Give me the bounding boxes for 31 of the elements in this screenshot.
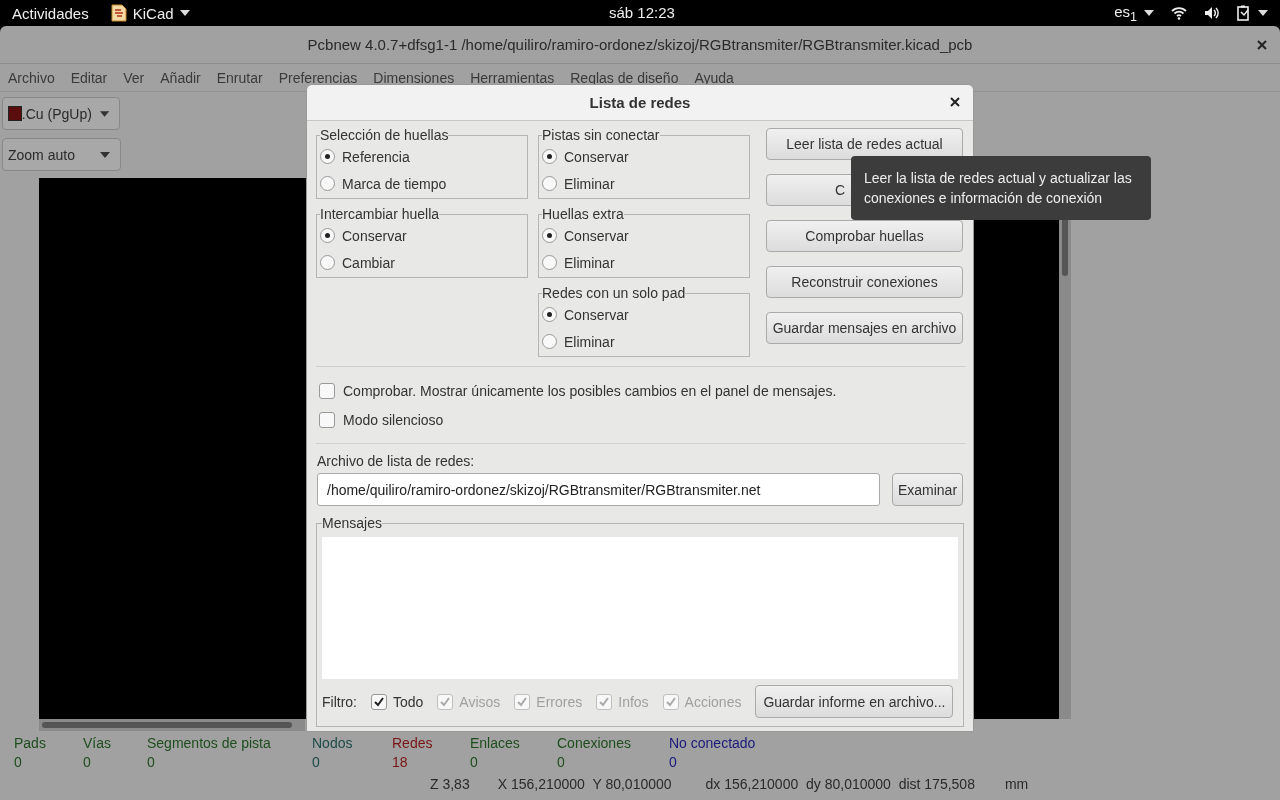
stat-label: Segmentos de pista	[147, 735, 272, 751]
stat-value: 0	[470, 754, 479, 770]
group-title: Pistas sin conectar	[542, 127, 660, 143]
group-title: Mensajes	[322, 515, 382, 531]
window-title: Pcbnew 4.0.7+dfsg1-1 /home/quiliro/ramiro-ordonez/skizoj/RGBtransmiter/RGBtransmiter.kicad_pcb	[307, 36, 973, 53]
stat-value: 18	[392, 754, 409, 770]
stat-label: Nodos	[312, 735, 354, 751]
stat-value: 0	[669, 754, 678, 770]
stat-label: No conectado	[669, 735, 756, 751]
dialog-title: Lista de redes	[589, 94, 691, 111]
coordinate-readout: Z 3,83	[430, 776, 470, 792]
stat-value: 0	[83, 754, 92, 770]
stat-value: 0	[14, 754, 23, 770]
stat-label: Conexiones	[557, 735, 632, 751]
stat-value: 0	[557, 754, 566, 770]
coordinate-readout: X 156,210000 Y 80,010000	[497, 776, 672, 792]
stat-label: Redes	[392, 735, 434, 751]
stat-value: 0	[312, 754, 321, 770]
group-title: Redes con un solo pad	[542, 285, 686, 301]
coordinate-readout: mm	[1004, 776, 1029, 792]
group-title: Huellas extra	[542, 206, 624, 222]
stat-label: Enlaces	[470, 735, 521, 751]
stat-label: Vías	[83, 735, 112, 751]
tooltip: Leer la lista de redes actual y actualizar las conexiones e información de conexión	[851, 156, 1151, 220]
coordinate-readout: dx 156,210000 dy 80,010000 dist 175,508	[705, 776, 975, 792]
field-label: Archivo de lista de redes:	[317, 453, 476, 469]
stat-label: Pads	[14, 735, 47, 751]
group-title: Intercambiar huella	[320, 206, 440, 222]
stat-value: 0	[147, 754, 156, 770]
group-title: Selección de huellas	[320, 127, 449, 143]
filter-label: Filtro:	[322, 693, 357, 710]
